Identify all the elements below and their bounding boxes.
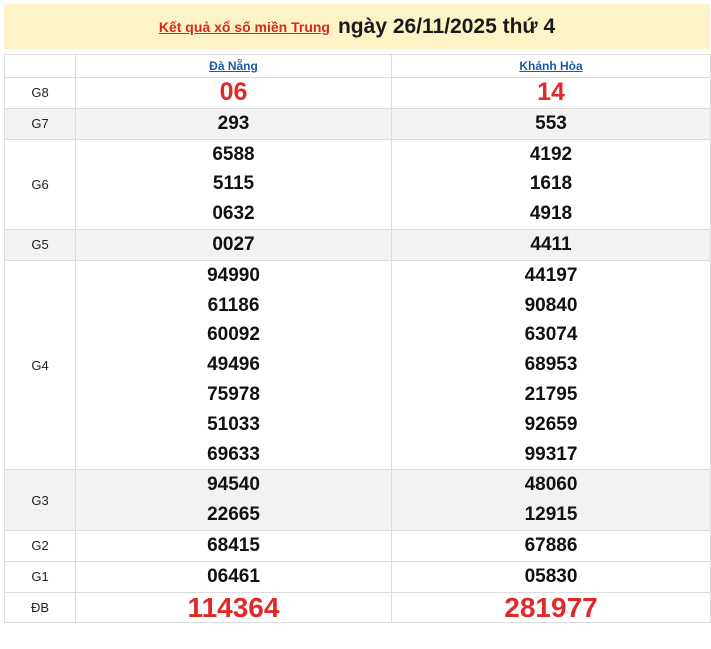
results-page: Kết quả xổ số miền Trung ngày 26/11/2025… [0, 0, 711, 649]
winning-number: 48060 [524, 474, 578, 496]
khanh-hoa-results-cell: 281977 [391, 591, 711, 624]
da-nang-results-cell: 06461 [75, 560, 392, 593]
winning-number: 4918 [529, 203, 573, 225]
winning-number: 0027 [212, 233, 255, 255]
winning-number: 12915 [524, 504, 578, 526]
winning-number: 6588 [212, 143, 255, 165]
da-nang-results-cell: 114364 [75, 591, 392, 624]
winning-number: 4411 [530, 233, 572, 255]
winning-number: 61186 [207, 294, 260, 316]
winning-number: 21795 [524, 383, 578, 405]
da-nang-results-cell: 0027 [75, 228, 392, 261]
winning-number: 69633 [207, 443, 260, 465]
khanh-hoa-results-cell: 4192 1618 4918 [391, 138, 711, 230]
prize-label: ĐB [4, 591, 76, 624]
da-nang-results-cell: 94540 22665 [75, 469, 392, 531]
winning-number: 94990 [207, 264, 260, 286]
corner-cell [4, 54, 76, 78]
da-nang-results-cell: 68415 [75, 529, 392, 562]
province-link-da-nang[interactable]: Đà Nẵng [75, 54, 392, 78]
winning-number: 49496 [207, 354, 260, 376]
khanh-hoa-results-cell: 48060 12915 [391, 469, 711, 531]
prize-row: G4 94990 61186 60092 49496 75978 51033 69633 441… [4, 259, 711, 471]
province-header-row: Đà Nẵng Khánh Hòa [4, 54, 711, 78]
prize-label: G7 [4, 107, 76, 140]
winning-number: 94540 [207, 474, 260, 496]
winning-number: 67886 [524, 534, 578, 556]
winning-number: 92659 [524, 413, 578, 435]
winning-number: 60092 [207, 324, 260, 346]
khanh-hoa-results-cell: 4411 [391, 228, 711, 261]
winning-number: 51033 [207, 413, 260, 435]
prize-label: G1 [4, 560, 76, 593]
prize-row: G7 293 553 [4, 107, 711, 140]
winning-number: 114364 [187, 591, 280, 623]
winning-number: 05830 [524, 565, 578, 587]
prize-row: G2 68415 67886 [4, 529, 711, 562]
prize-row: G1 06461 05830 [4, 560, 711, 593]
winning-number: 5115 [212, 173, 255, 195]
khanh-hoa-results-cell: 553 [391, 107, 711, 140]
winning-number: 06 [219, 78, 248, 106]
winning-number: 14 [537, 78, 565, 106]
winning-number: 68953 [524, 354, 578, 376]
province-link-khanh-hoa[interactable]: Khánh Hòa [391, 54, 711, 78]
khanh-hoa-results-cell: 67886 [391, 529, 711, 562]
prize-label: G8 [4, 77, 76, 109]
prize-label: G5 [4, 228, 76, 261]
results-table: Đà Nẵng Khánh Hòa G8 06 14 G7 293 553 G6 6588 51… [4, 54, 711, 624]
da-nang-results-cell: 6588 5115 0632 [75, 138, 392, 230]
results-header: Kết quả xổ số miền Trung ngày 26/11/2025… [4, 4, 710, 49]
prize-label: G2 [4, 529, 76, 562]
winning-number: 75978 [207, 383, 260, 405]
winning-number: 22665 [207, 504, 260, 526]
da-nang-results-cell: 94990 61186 60092 49496 75978 51033 69633 [75, 259, 392, 471]
da-nang-results-cell: 293 [75, 107, 392, 140]
prize-row: G6 6588 5115 0632 4192 1618 4918 [4, 138, 711, 230]
winning-number: 63074 [524, 324, 578, 346]
draw-date-title: ngày 26/11/2025 thứ 4 [337, 14, 556, 38]
winning-number: 68415 [207, 534, 260, 556]
winning-number: 90840 [524, 294, 578, 316]
region-results-link[interactable]: Kết quả xổ số miền Trung [159, 19, 330, 35]
prize-row: ĐB 114364 281977 [4, 591, 711, 624]
winning-number: 293 [217, 112, 250, 134]
prize-label: G3 [4, 469, 76, 531]
winning-number: 0632 [212, 203, 255, 225]
winning-number: 281977 [504, 591, 598, 623]
prize-label: G4 [4, 259, 76, 471]
winning-number: 06461 [207, 565, 260, 587]
prize-row: G3 94540 22665 48060 12915 [4, 469, 711, 531]
da-nang-results-cell: 06 [75, 77, 392, 109]
winning-number: 99317 [524, 443, 578, 465]
prize-label: G6 [4, 138, 76, 230]
khanh-hoa-results-cell: 14 [391, 77, 711, 109]
khanh-hoa-results-cell: 44197 90840 63074 68953 21795 92659 99317 [391, 259, 711, 471]
prize-row: G5 0027 4411 [4, 228, 711, 261]
prize-row: G8 06 14 [4, 77, 711, 109]
winning-number: 553 [535, 112, 567, 134]
winning-number: 44197 [524, 264, 578, 286]
khanh-hoa-results-cell: 05830 [391, 560, 711, 593]
winning-number: 1618 [529, 173, 573, 195]
winning-number: 4192 [529, 143, 573, 165]
